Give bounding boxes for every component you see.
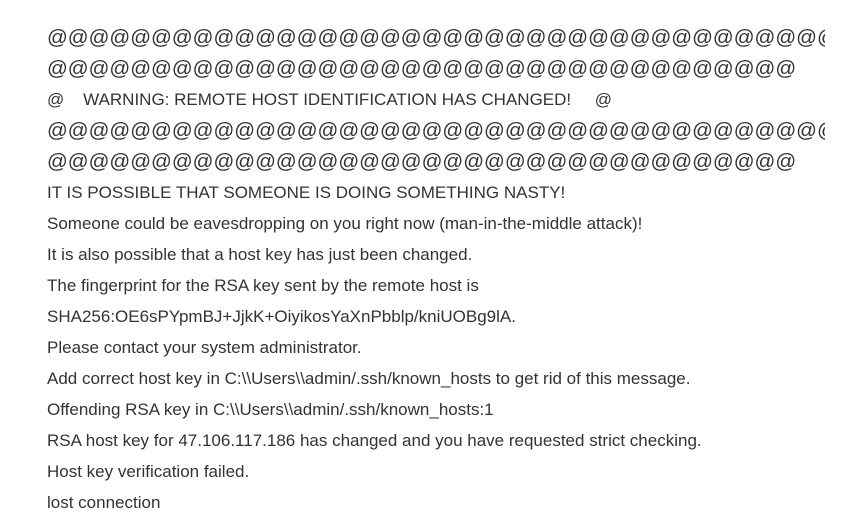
warning-heading: @ WARNING: REMOTE HOST IDENTIFICATION HA… — [47, 90, 613, 109]
error-line: Host key verification failed. — [47, 462, 250, 481]
output-line: Please contact your system administrator… — [47, 338, 362, 357]
banner-border-line: @@@@@@@@@@@@@@@@@@@@@@@@@@@@@@@@@@@@@@@@… — [47, 26, 825, 49]
output-line: It is also possible that a host key has … — [47, 245, 473, 264]
banner-border-line: @@@@@@@@@@@@@@@@@@@@@@@@@@@@@@@@@@@@ — [47, 150, 797, 173]
output-line: The fingerprint for the RSA key sent by … — [47, 276, 479, 295]
ssh-output-panel: @@@@@@@@@@@@@@@@@@@@@@@@@@@@@@@@@@@@ @ @@@… — [0, 0, 845, 516]
output-line: Add correct host key in C:\\Users\\admin… — [47, 369, 691, 388]
output-line: Offending RSA key in C:\\Users\\admin/.s… — [47, 400, 494, 419]
banner-border-line: @@@@@@@@@@@@@@@@@@@@@@@@@@@@@@@@@@@@ — [47, 57, 797, 80]
output-line: Someone could be eavesdropping on you ri… — [47, 214, 643, 233]
error-line: lost connection — [47, 493, 161, 512]
banner-border-line: @@@@@@@@@@@@@@@@@@@@@@@@@@@@@@@@@@@@@@@@… — [47, 119, 825, 142]
fingerprint-line: SHA256:OE6sPYpmBJ+JjkK+OiyikosYaXnPbblp/… — [47, 307, 516, 326]
output-line: RSA host key for 47.106.117.186 has chan… — [47, 431, 702, 450]
output-line: IT IS POSSIBLE THAT SOMEONE IS DOING SOM… — [47, 183, 566, 202]
